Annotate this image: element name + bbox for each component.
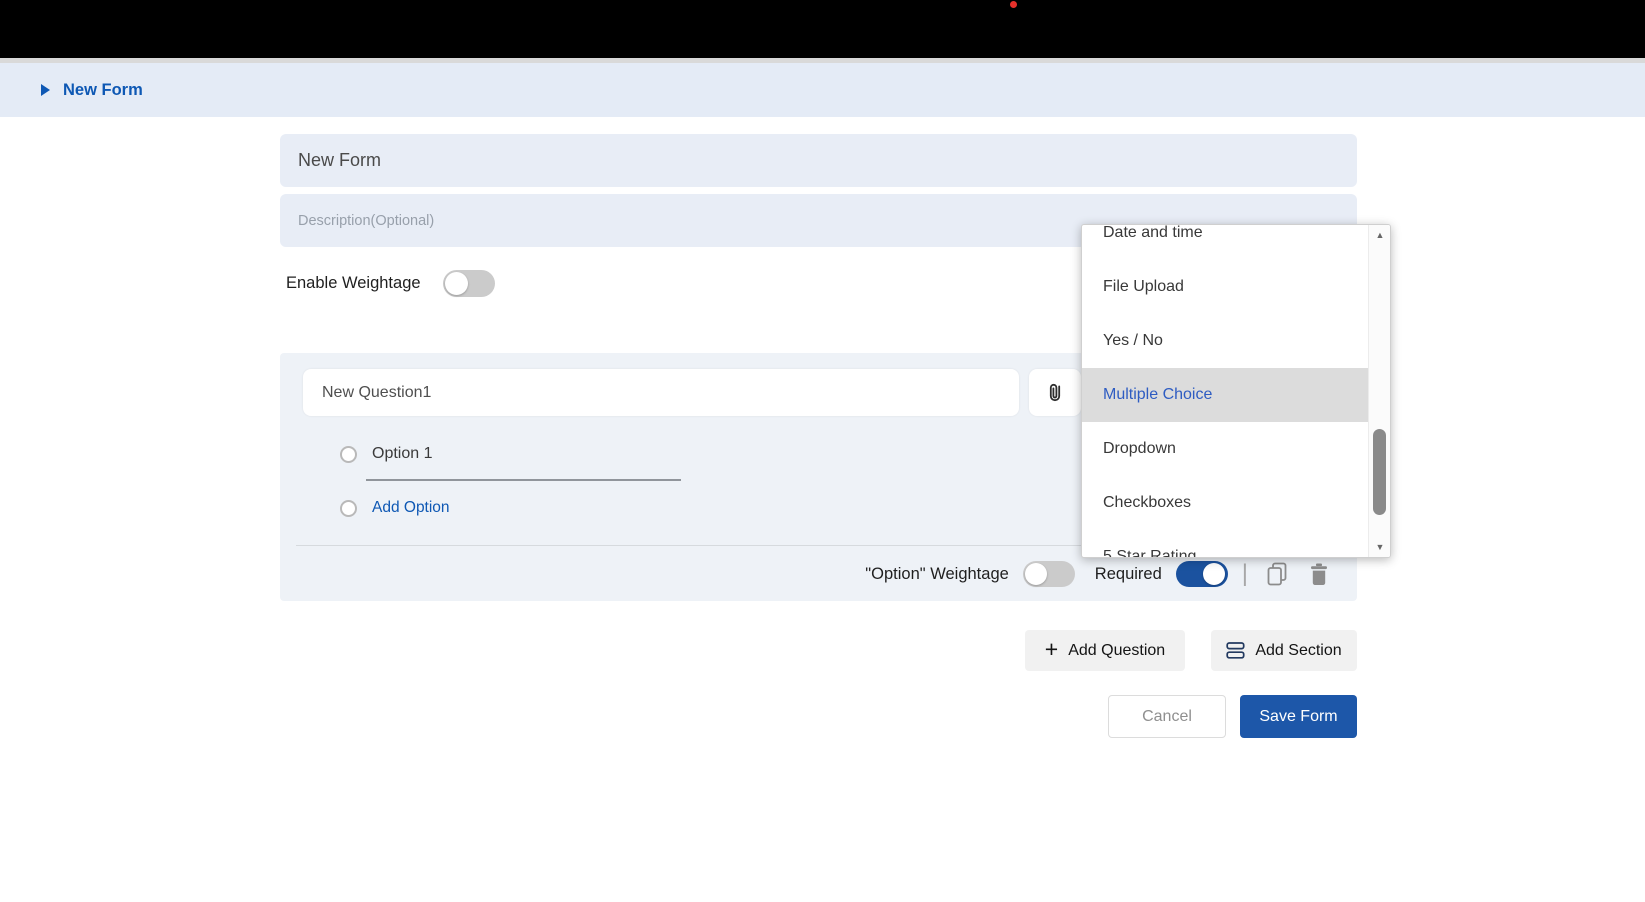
cancel-label: Cancel xyxy=(1142,708,1192,726)
scroll-up-icon[interactable]: ▲ xyxy=(1369,229,1391,241)
paperclip-icon xyxy=(1044,381,1066,405)
attach-file-button[interactable] xyxy=(1029,369,1081,416)
question-type-dropdown: Date and time File Upload Yes / No Multi… xyxy=(1081,224,1391,558)
add-section-button[interactable]: Add Section xyxy=(1211,630,1357,671)
toggle-knob xyxy=(1025,563,1047,585)
option-weightage-label: "Option" Weightage xyxy=(865,565,1009,584)
option-input-underline xyxy=(366,479,681,481)
duplicate-question-button[interactable] xyxy=(1264,561,1290,587)
form-builder-page: { "topbar": { "recording_dot_color": "#e… xyxy=(0,0,1645,902)
dropdown-item-yes-no[interactable]: Yes / No xyxy=(1082,314,1368,368)
enable-weightage-row: Enable Weightage xyxy=(286,270,495,297)
add-option-link[interactable]: Add Option xyxy=(372,499,450,517)
add-option-row[interactable]: Add Option xyxy=(340,499,450,517)
add-question-button[interactable]: + Add Question xyxy=(1025,630,1185,671)
trash-icon xyxy=(1308,562,1330,586)
top-black-bar xyxy=(0,0,1645,58)
controls-separator: | xyxy=(1242,560,1248,588)
radio-icon[interactable] xyxy=(340,446,357,463)
toggle-knob xyxy=(1203,563,1225,585)
plus-icon: + xyxy=(1045,638,1058,661)
section-icon xyxy=(1226,641,1245,660)
recording-indicator-dot xyxy=(1010,1,1017,8)
breadcrumb[interactable]: New Form xyxy=(63,81,143,100)
radio-icon xyxy=(340,500,357,517)
dropdown-item-checkboxes[interactable]: Checkboxes xyxy=(1082,476,1368,530)
option-weightage-toggle[interactable] xyxy=(1023,561,1075,587)
save-form-button[interactable]: Save Form xyxy=(1240,695,1357,738)
option-row: Option 1 xyxy=(340,445,432,463)
add-question-label: Add Question xyxy=(1068,642,1165,660)
delete-question-button[interactable] xyxy=(1306,561,1332,587)
enable-weightage-toggle[interactable] xyxy=(443,270,495,297)
question-controls-row: "Option" Weightage Required | xyxy=(865,557,1332,591)
question-title-input[interactable] xyxy=(303,369,1019,416)
dropdown-item-5-star-rating[interactable]: 5 Star Rating xyxy=(1082,530,1368,558)
question-type-list: Date and time File Upload Yes / No Multi… xyxy=(1082,225,1368,558)
copy-icon xyxy=(1265,561,1289,587)
scroll-down-icon[interactable]: ▼ xyxy=(1369,541,1391,553)
dropdown-scrollbar[interactable]: ▲ ▼ xyxy=(1368,225,1390,557)
dropdown-item-file-upload[interactable]: File Upload xyxy=(1082,260,1368,314)
option-label[interactable]: Option 1 xyxy=(372,445,432,463)
dropdown-item-dropdown[interactable]: Dropdown xyxy=(1082,422,1368,476)
breadcrumb-expand-icon[interactable] xyxy=(41,84,50,96)
add-section-label: Add Section xyxy=(1255,642,1341,660)
required-toggle[interactable] xyxy=(1176,561,1228,587)
page-header: New Form xyxy=(0,63,1645,117)
form-title-input[interactable] xyxy=(280,134,1357,187)
cancel-button[interactable]: Cancel xyxy=(1108,695,1226,738)
dropdown-item-multiple-choice[interactable]: Multiple Choice xyxy=(1082,368,1368,422)
toggle-knob xyxy=(445,272,468,295)
dropdown-item-date-and-time[interactable]: Date and time xyxy=(1082,224,1368,260)
required-label: Required xyxy=(1095,565,1162,584)
enable-weightage-label: Enable Weightage xyxy=(286,274,421,293)
save-form-label: Save Form xyxy=(1259,708,1337,726)
scrollbar-thumb[interactable] xyxy=(1373,429,1386,515)
